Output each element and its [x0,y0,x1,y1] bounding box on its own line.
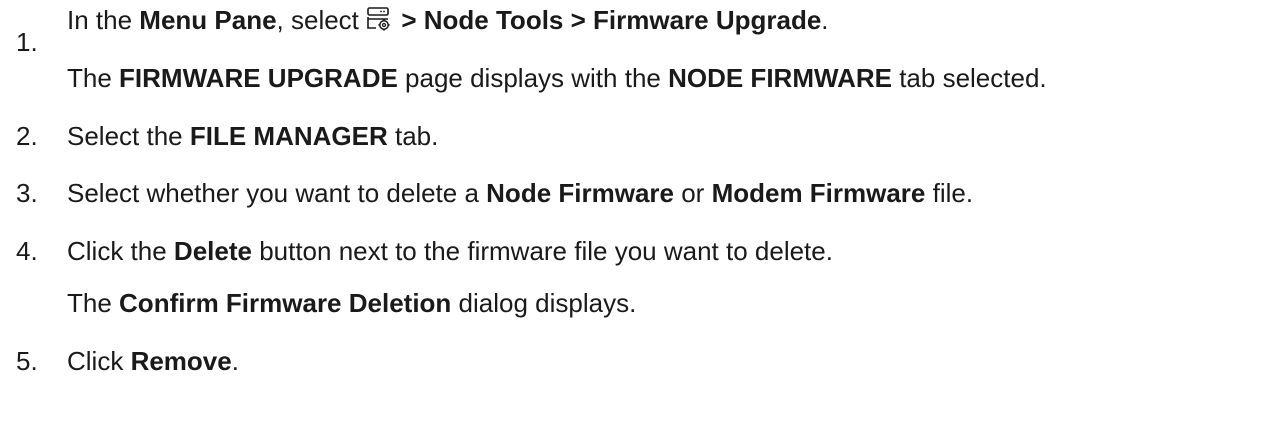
step-4-result-part: dialog displays. [451,288,637,318]
step-4-text: Click the Delete button next to the firm… [67,236,833,266]
modem-firmware-option-label: Modem Firmware [711,178,926,208]
step-4-text-part: Click the [67,236,174,266]
step-1-result-part: page displays with the [397,63,669,93]
step-3-text: Select whether you want to delete a Node… [67,178,973,208]
step-1-result: The FIRMWARE UPGRADE page displays with … [67,63,1047,93]
firmware-upgrade-page-label: FIRMWARE UPGRADE [119,63,398,93]
procedure-steps: 1. In the Menu Pane, select > Node Tools… [0,0,1287,441]
step-1-text-part: In the [67,5,140,35]
step-3-text-part: Select whether you want to delete a [67,178,487,208]
delete-button-label: Delete [173,236,252,266]
step-5-text: Click Remove. [67,346,239,376]
node-firmware-tab-label: NODE FIRMWARE [668,63,892,93]
confirm-firmware-deletion-dialog-label: Confirm Firmware Deletion [119,288,452,318]
step-3-text-part: file. [925,178,974,208]
step-1-result-part: tab selected. [891,63,1047,93]
menu-pane-label: Menu Pane [139,5,277,35]
step-number-4: 4. [16,236,38,266]
node-tools-firmware-upgrade-path: > Node Tools > Firmware Upgrade [394,5,822,35]
step-5-text-part: Click [67,346,131,376]
step-1-text-part: , select [276,5,367,35]
server-settings-icon [366,6,392,32]
step-4-result: The Confirm Firmware Deletion dialog dis… [67,288,636,318]
file-manager-tab-label: FILE MANAGER [189,121,388,151]
remove-button-label: Remove [130,346,232,376]
step-number-1: 1. [16,27,38,57]
step-2-text-part: tab. [387,121,439,151]
step-2-text-part: Select the [67,121,190,151]
step-4-text-part: button next to the firmware file you wan… [251,236,833,266]
step-4-result-part: The [67,288,120,318]
step-number-3: 3. [16,178,38,208]
step-number-5: 5. [16,346,38,376]
step-1-text: In the Menu Pane, select > Node Tools > … [67,5,829,35]
step-1-result-part: The [67,63,120,93]
step-2-text: Select the FILE MANAGER tab. [67,121,438,151]
step-5-text-part: . [231,346,239,376]
step-1-text-part: . [821,5,829,35]
step-3-text-part: or [673,178,712,208]
step-number-2: 2. [16,121,38,151]
node-firmware-option-label: Node Firmware [486,178,674,208]
